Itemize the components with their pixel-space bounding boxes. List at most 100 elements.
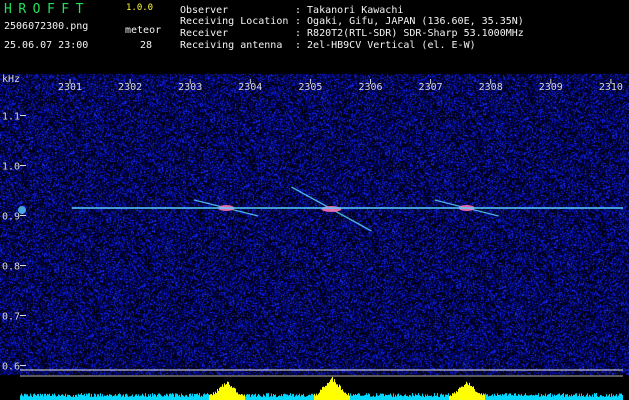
level-bar-column <box>130 396 131 400</box>
level-bar-column <box>496 395 497 400</box>
level-bar-column <box>291 395 292 400</box>
level-bar-column <box>311 393 312 400</box>
level-bar-column <box>618 395 619 400</box>
level-bar-column <box>513 395 514 400</box>
spectrogram[interactable]: 2301 2302 2303 2304 2305 2306 2307 2308 2309 2310… <box>0 57 629 400</box>
level-bar-column <box>141 395 142 400</box>
level-bar-column <box>201 395 202 400</box>
level-bar-column <box>400 394 401 400</box>
level-bar-column <box>557 394 558 400</box>
level-bar-column <box>452 393 453 400</box>
level-bar-column <box>25 394 26 400</box>
level-bar-column <box>574 394 575 400</box>
level-bar-column <box>288 395 289 400</box>
level-bar-column <box>397 394 398 400</box>
level-bar-column <box>300 396 301 400</box>
level-bar-column <box>358 393 359 400</box>
file-name: 2506072300.png <box>4 21 89 32</box>
level-bar-column <box>547 394 548 400</box>
level-bar-column <box>275 394 276 400</box>
level-bar-column <box>335 382 336 400</box>
level-bar-column <box>285 394 286 400</box>
level-bar-column <box>578 395 579 400</box>
level-bar-column <box>398 393 399 400</box>
level-bar-column <box>137 395 138 400</box>
level-bar-column <box>41 395 42 400</box>
level-bar-column <box>214 394 215 400</box>
level-bar-column <box>248 394 249 400</box>
level-bar-column <box>125 394 126 400</box>
level-bar-column <box>321 389 322 400</box>
level-bar-column <box>552 394 553 400</box>
level-bar-column <box>167 394 168 400</box>
level-bar-column <box>357 393 358 400</box>
level-bar-column <box>177 393 178 400</box>
level-bar-column <box>343 391 344 400</box>
level-bar-column <box>239 394 240 400</box>
level-bar-column <box>234 387 235 400</box>
level-bar-column <box>295 395 296 400</box>
level-bar-column <box>68 394 69 400</box>
level-bar-column <box>494 393 495 400</box>
level-bar-column <box>422 393 423 400</box>
level-bar-column <box>28 396 29 400</box>
level-bar-column <box>165 395 166 400</box>
level-bar-column <box>617 396 618 400</box>
level-bar-column <box>282 396 283 400</box>
level-bar-column <box>416 395 417 400</box>
level-bar-column <box>146 396 147 400</box>
level-bar-column <box>499 394 500 400</box>
time-label-2306: 2306 <box>358 82 382 93</box>
level-bar-column <box>488 396 489 400</box>
level-bar-column <box>101 396 102 400</box>
level-bar-column <box>223 386 224 400</box>
observer-label: Observer <box>180 5 229 16</box>
level-bar-column <box>78 393 79 400</box>
level-bar-column <box>344 392 345 400</box>
level-bar-column <box>204 393 205 400</box>
level-bar-column <box>338 386 339 400</box>
level-bar-column <box>395 394 396 400</box>
level-bar-column <box>536 394 537 400</box>
level-bar-column <box>545 393 546 400</box>
level-bar-column <box>80 394 81 400</box>
level-bar-column <box>592 394 593 400</box>
level-bar-column <box>486 394 487 400</box>
level-bar-column <box>46 395 47 400</box>
level-bar-column <box>164 395 165 400</box>
app-logo: HROFFT <box>4 2 90 17</box>
level-bar-column <box>85 395 86 400</box>
level-bar-column <box>443 394 444 400</box>
level-bar-column <box>299 393 300 400</box>
level-bar-column <box>403 396 404 400</box>
level-bar-column <box>273 393 274 400</box>
level-bar-column <box>525 393 526 400</box>
level-bar-column <box>62 394 63 400</box>
level-bar-column <box>328 383 329 400</box>
level-bar-column <box>539 396 540 400</box>
level-bar-column <box>33 394 34 400</box>
level-bar-column <box>20 395 21 400</box>
level-bar-column <box>304 396 305 400</box>
level-bar-column <box>430 395 431 400</box>
level-bar-column <box>330 379 331 400</box>
level-bar-column <box>30 393 31 400</box>
level-bar-column <box>136 394 137 400</box>
receiver-label: Receiver <box>180 28 229 39</box>
level-bar-column <box>590 395 591 400</box>
level-bar-column <box>518 393 519 400</box>
level-bar-column <box>364 395 365 400</box>
level-bar-column <box>27 394 28 400</box>
level-bar-column <box>600 394 601 400</box>
level-bar-column <box>350 393 351 400</box>
level-bar-column <box>229 384 230 400</box>
level-bar-column <box>378 395 379 400</box>
level-bar-column <box>353 394 354 400</box>
level-bar-column <box>89 393 90 400</box>
level-bar-column <box>203 394 204 400</box>
level-bar-column <box>349 395 350 400</box>
time-label-2305: 2305 <box>298 82 322 93</box>
level-bar-column <box>445 394 446 400</box>
level-bar-column <box>193 396 194 400</box>
level-bar-column <box>159 393 160 400</box>
